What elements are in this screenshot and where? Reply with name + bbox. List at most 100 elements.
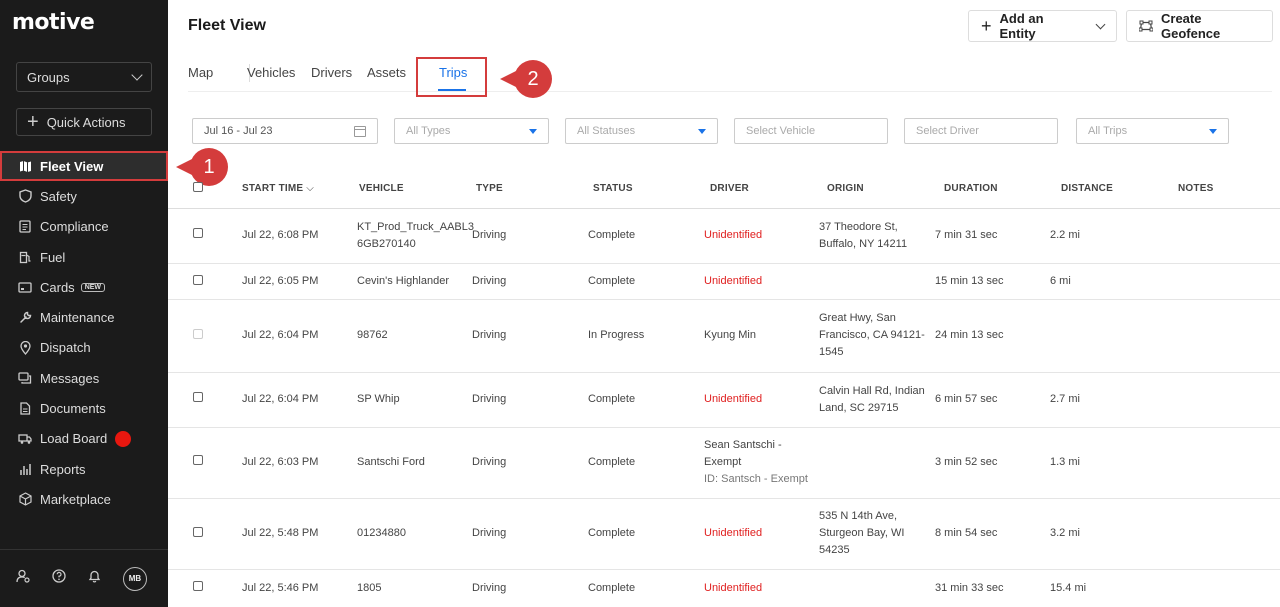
cell-driver[interactable]: Unidentified [704,273,762,290]
vehicle-input[interactable]: Select Vehicle [734,118,888,144]
groups-dropdown[interactable]: Groups [16,62,152,92]
row-checkbox[interactable] [193,392,203,402]
table-row[interactable]: Jul 22, 6:04 PM SP Whip Driving Complete… [168,373,1280,428]
row-checkbox[interactable] [193,329,203,339]
cell-distance: 15.4 mi [1050,582,1087,594]
quick-actions-button[interactable]: + Quick Actions [16,108,152,136]
cell-duration: 31 min 33 sec [935,582,1004,594]
tab-map[interactable]: Map [188,65,213,80]
trips-select[interactable]: All Trips [1076,118,1229,144]
table-row[interactable]: Jul 22, 6:08 PM KT_Prod_Truck_AABL3 6GB27… [168,209,1280,264]
cell-start-time: Jul 22, 5:48 PM [242,527,319,539]
cell-driver[interactable]: Kyung Min [704,327,756,344]
cell-driver[interactable]: Unidentified [704,227,762,244]
driver-placeholder: Select Driver [916,125,979,137]
tab-vehicles[interactable]: Vehicles [247,65,295,80]
sidebar-item-label: Cards [40,279,75,295]
motive-logo[interactable]: motive [12,10,95,35]
tab-drivers[interactable]: Drivers [311,65,352,80]
column-header-notes: NOTES [1178,183,1214,194]
cell-vehicle[interactable]: 98762 [357,327,388,344]
row-checkbox[interactable] [193,581,203,591]
cell-vehicle[interactable]: KT_Prod_Truck_AABL3 6GB270140 [357,219,474,253]
date-range-value: Jul 16 - Jul 23 [204,125,273,137]
row-checkbox[interactable] [193,455,203,465]
sidebar-item-marketplace[interactable]: Marketplace [0,484,168,514]
tab-assets[interactable]: Assets [367,65,406,80]
column-header-start-time[interactable]: START TIME ⌵ [242,183,314,194]
types-value: All Types [406,125,451,137]
types-select[interactable]: All Types [394,118,549,144]
sidebar-item-reports[interactable]: Reports [0,454,168,484]
plus-icon: + [981,15,992,36]
sidebar-item-messages[interactable]: Messages [0,363,168,393]
cell-driver[interactable]: Unidentified [704,580,762,597]
cell-type: Driving [472,456,507,468]
cell-duration: 6 min 57 sec [935,393,998,405]
cell-status: Complete [588,582,636,594]
notification-dot [115,430,132,447]
column-header-type: TYPE [476,183,503,194]
cell-driver[interactable]: Unidentified [704,391,762,408]
column-header-vehicle: VEHICLE [359,183,404,194]
row-checkbox[interactable] [193,527,203,537]
column-header-driver: DRIVER [710,183,749,194]
cell-vehicle[interactable]: Cevin's Highlander [357,273,449,290]
sidebar-item-maintenance[interactable]: Maintenance [0,302,168,332]
user-avatar[interactable]: MB [123,566,147,591]
driver-id-subtext: ID: Santsch - Exempt [704,473,808,485]
cell-vehicle[interactable]: SP Whip [357,391,400,408]
cell-driver[interactable]: Sean Santschi - Exempt ID: Santsch - Exemp… [704,437,808,488]
row-checkbox[interactable] [193,228,203,238]
sidebar-item-documents[interactable]: Documents [0,393,168,423]
notifications-bell-icon[interactable] [88,569,101,588]
help-icon[interactable] [52,569,66,588]
sidebar-item-compliance[interactable]: Compliance [0,212,168,242]
cell-start-time: Jul 22, 6:03 PM [242,456,319,468]
cell-distance: 1.3 mi [1050,456,1080,468]
date-range-picker[interactable]: Jul 16 - Jul 23 [192,118,378,144]
sidebar-item-load-board[interactable]: Load Board [0,424,168,454]
cell-status: Complete [588,229,636,241]
add-entity-button[interactable]: + Add an Entity [968,10,1117,42]
cell-type: Driving [472,527,507,539]
sort-chevron-icon: ⌵ [306,183,315,194]
sidebar-item-label: Documents [40,401,106,417]
user-settings-icon[interactable] [16,569,30,588]
file-icon [18,402,32,416]
row-checkbox[interactable] [193,275,203,285]
create-geofence-button[interactable]: Create Geofence [1126,10,1273,42]
driver-input[interactable]: Select Driver [904,118,1058,144]
calendar-icon [354,125,366,137]
cell-duration: 3 min 52 sec [935,456,998,468]
table-row[interactable]: Jul 22, 6:03 PM Santschi Ford Driving Co… [168,428,1280,499]
shield-icon [18,189,32,204]
sidebar-item-safety[interactable]: Safety [0,181,168,211]
sidebar-item-label: Fuel [40,249,66,265]
cell-start-time: Jul 22, 6:05 PM [242,275,319,287]
sidebar-item-fleet-view[interactable]: Fleet View [0,151,168,182]
table-header: START TIME ⌵ VEHICLE TYPE STATUS DRIVER … [168,172,1280,209]
cell-distance: 2.7 mi [1050,393,1080,405]
sidebar-item-label: Dispatch [40,340,91,356]
select-all-checkbox[interactable] [193,182,203,192]
sidebar-item-fuel[interactable]: Fuel [0,242,168,272]
wrench-icon [18,311,32,325]
caret-down-icon [698,128,706,134]
sidebar-item-dispatch[interactable]: Dispatch [0,333,168,363]
cell-vehicle[interactable]: Santschi Ford [357,454,425,471]
chat-icon [18,371,32,385]
cell-driver[interactable]: Unidentified [704,525,762,542]
cell-vehicle[interactable]: 01234880 [357,525,406,542]
table-row[interactable]: Jul 22, 5:48 PM 01234880 Driving Complet… [168,499,1280,570]
table-row[interactable]: Jul 22, 5:46 PM 1805 Driving Complete Un… [168,570,1280,607]
table-row[interactable]: Jul 22, 6:05 PM Cevin's Highlander Drivi… [168,264,1280,300]
statuses-select[interactable]: All Statuses [565,118,718,144]
cell-status: In Progress [588,329,645,341]
table-row[interactable]: Jul 22, 6:04 PM 98762 Driving In Progres… [168,300,1280,373]
card-icon [18,280,32,294]
sidebar-item-cards[interactable]: Cards NEW [0,272,168,302]
cell-vehicle[interactable]: 1805 [357,580,381,597]
cell-status: Complete [588,456,636,468]
sidebar-item-label: Safety [40,188,77,204]
